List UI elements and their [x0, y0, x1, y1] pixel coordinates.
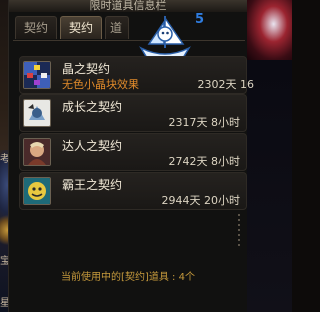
tab-contract-1[interactable]: 契约: [15, 16, 58, 39]
tab-divider: [13, 40, 245, 41]
contract-item[interactable]: 成长之契约 2317天 8小时: [19, 94, 247, 132]
tab-bar: 契约 契约 道: [15, 16, 130, 40]
item-name: 成长之契约: [62, 100, 123, 114]
tab-contract-2[interactable]: 契约: [60, 16, 103, 39]
item-effect: 无色小晶块效果: [62, 78, 139, 91]
contract-item[interactable]: 霸王之契约 2944天 20小时: [19, 172, 247, 210]
limited-items-panel: 限时道具信息栏 契约 契约 道 5 晶之契约 无色小晶块效果 2302天 16 …: [8, 0, 254, 312]
expert-contract-icon: [23, 138, 51, 166]
growth-contract-icon: [23, 99, 51, 127]
tab-items[interactable]: 道: [105, 16, 130, 39]
panel-title: 限时道具信息栏: [9, 0, 247, 12]
item-duration: 2302天 16: [197, 78, 255, 91]
item-name: 霸王之契约: [62, 178, 123, 192]
notification-badge: 5: [195, 12, 205, 27]
item-duration: 2317天 8小时: [168, 116, 241, 129]
scrollbar-track[interactable]: [238, 214, 240, 248]
item-duration: 2944天 20小时: [161, 194, 241, 207]
item-name: 晶之契约: [62, 62, 111, 76]
game-scene-right: [242, 60, 292, 312]
contract-item[interactable]: 达人之契约 2742天 8小时: [19, 133, 247, 171]
character-banner: [246, 0, 292, 60]
crystal-contract-icon: [23, 61, 51, 89]
item-duration: 2742天 8小时: [168, 155, 241, 168]
active-count-text: 当前使用中的[契约]道具 : 4个: [61, 272, 195, 283]
item-name: 达人之契约: [62, 139, 123, 153]
overlord-contract-icon: [23, 177, 51, 205]
contract-item[interactable]: 晶之契约 无色小晶块效果 2302天 16: [19, 56, 254, 94]
